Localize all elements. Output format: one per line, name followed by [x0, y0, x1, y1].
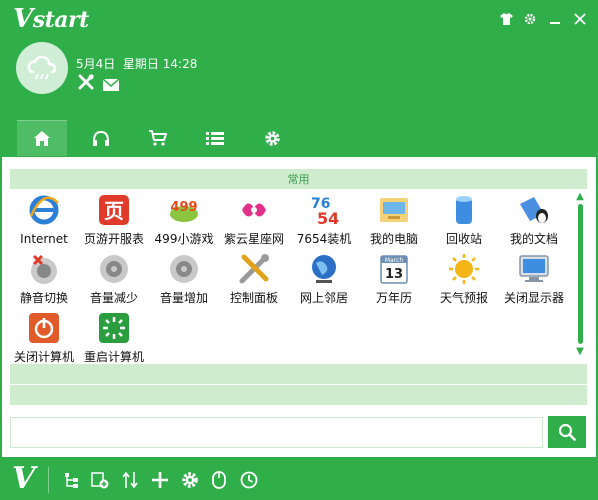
shortcut-web-game[interactable]: 页 页游开服表 — [79, 192, 149, 250]
group-header[interactable]: 常用 — [10, 169, 587, 189]
app-logo: Vstart — [13, 4, 89, 34]
calendar-month: March — [385, 257, 403, 264]
home-icon — [34, 131, 50, 146]
wrench-screwdriver-icon — [78, 74, 94, 90]
sort-arrows-icon — [122, 471, 138, 489]
shortcut-network[interactable]: 网上邻居 — [289, 251, 359, 309]
shortcut-volume-up[interactable]: 音量增加 — [149, 251, 219, 309]
tree-icon — [65, 473, 78, 488]
clock-icon — [240, 471, 258, 489]
tools-button[interactable] — [78, 74, 94, 90]
group-band[interactable] — [10, 385, 587, 405]
control-panel-icon — [237, 252, 271, 286]
shortcut-control-panel[interactable]: 控制面板 — [219, 251, 289, 309]
skin-button[interactable] — [496, 10, 516, 28]
tab-list[interactable] — [190, 120, 240, 156]
footer-settings-button[interactable] — [180, 470, 200, 490]
mouse-button[interactable] — [209, 470, 229, 490]
shortcut-mute[interactable]: 静音切换 — [9, 251, 79, 309]
tab-music[interactable] — [76, 120, 126, 156]
scrollbar[interactable] — [578, 204, 583, 344]
weather-widget[interactable] — [16, 42, 68, 94]
install-7654-icon: 76 54 — [307, 193, 341, 227]
ie-icon — [27, 193, 61, 227]
shirt-icon — [499, 13, 513, 25]
recycle-bin-icon — [447, 193, 481, 227]
mute-icon — [27, 252, 61, 286]
horoscope-icon — [237, 193, 271, 227]
plus-icon — [152, 472, 168, 488]
minimize-icon — [550, 22, 560, 24]
cart-icon — [149, 130, 167, 146]
mouse-icon — [212, 471, 226, 489]
minimize-button[interactable] — [545, 10, 565, 28]
gear-icon — [524, 13, 536, 25]
restart-icon — [97, 311, 131, 345]
shortcut-499-games[interactable]: 499 499小游戏 — [149, 192, 219, 250]
tab-shop[interactable] — [133, 120, 183, 156]
gear-icon — [182, 472, 198, 488]
monitor-off-icon — [517, 252, 551, 286]
group-band[interactable] — [10, 364, 587, 384]
search-input[interactable] — [10, 417, 543, 448]
calendar-icon: March 13 — [377, 252, 411, 286]
close-icon — [574, 13, 586, 25]
web-game-icon: 页 — [97, 193, 131, 227]
svg-text:54: 54 — [317, 209, 339, 226]
shortcut-volume-down[interactable]: 音量减少 — [79, 251, 149, 309]
shortcut-my-documents[interactable]: 我的文档 — [499, 192, 569, 250]
footer-divider — [48, 467, 49, 493]
list-icon — [206, 131, 224, 145]
search-button[interactable] — [548, 416, 586, 448]
clock-button[interactable] — [239, 470, 259, 490]
footer-logo[interactable]: V — [12, 463, 35, 495]
shortcut-horoscope[interactable]: 紫云星座网 — [219, 192, 289, 250]
sort-button[interactable] — [120, 470, 140, 490]
tab-settings[interactable] — [247, 120, 297, 156]
gear-icon — [264, 130, 280, 146]
documents-icon — [517, 193, 551, 227]
svg-text:499: 499 — [170, 200, 197, 215]
headphones-icon — [93, 130, 109, 146]
calendar-day: 13 — [385, 267, 403, 282]
close-button[interactable] — [570, 10, 590, 28]
volume-up-icon — [167, 252, 201, 286]
add-page-icon — [91, 472, 109, 489]
weather-sun-icon — [447, 252, 481, 286]
settings-button[interactable] — [520, 10, 540, 28]
search-icon — [558, 423, 576, 441]
volume-down-icon — [97, 252, 131, 286]
scroll-up-arrow[interactable]: ▲ — [574, 191, 586, 203]
tab-home[interactable] — [17, 120, 67, 156]
shortcut-restart[interactable]: 重启计算机 — [79, 310, 149, 368]
date-time: 5月4日 星期日 14:28 — [76, 57, 198, 71]
shortcut-shutdown[interactable]: 关闭计算机 — [9, 310, 79, 368]
computer-icon — [377, 193, 411, 227]
mail-button[interactable] — [102, 76, 120, 91]
game-499-icon: 499 — [167, 193, 201, 227]
add-button[interactable] — [150, 470, 170, 490]
network-icon — [307, 252, 341, 286]
shortcut-internet[interactable]: Internet — [9, 192, 79, 250]
shortcut-weather[interactable]: 天气预报 — [429, 251, 499, 309]
shortcut-7654[interactable]: 76 54 7654装机 — [289, 192, 359, 250]
shortcut-my-computer[interactable]: 我的电脑 — [359, 192, 429, 250]
svg-text:页: 页 — [104, 199, 124, 223]
shortcut-calendar[interactable]: March 13 万年历 — [359, 251, 429, 309]
mail-icon — [102, 78, 120, 91]
shutdown-icon — [27, 311, 61, 345]
shortcut-recycle-bin[interactable]: 回收站 — [429, 192, 499, 250]
cloud-rain-icon — [27, 55, 57, 80]
scroll-down-arrow[interactable]: ▼ — [574, 346, 586, 358]
add-item-button[interactable] — [90, 470, 110, 490]
tree-view-button[interactable] — [62, 470, 82, 490]
shortcut-monitor-off[interactable]: 关闭显示器 — [499, 251, 569, 309]
